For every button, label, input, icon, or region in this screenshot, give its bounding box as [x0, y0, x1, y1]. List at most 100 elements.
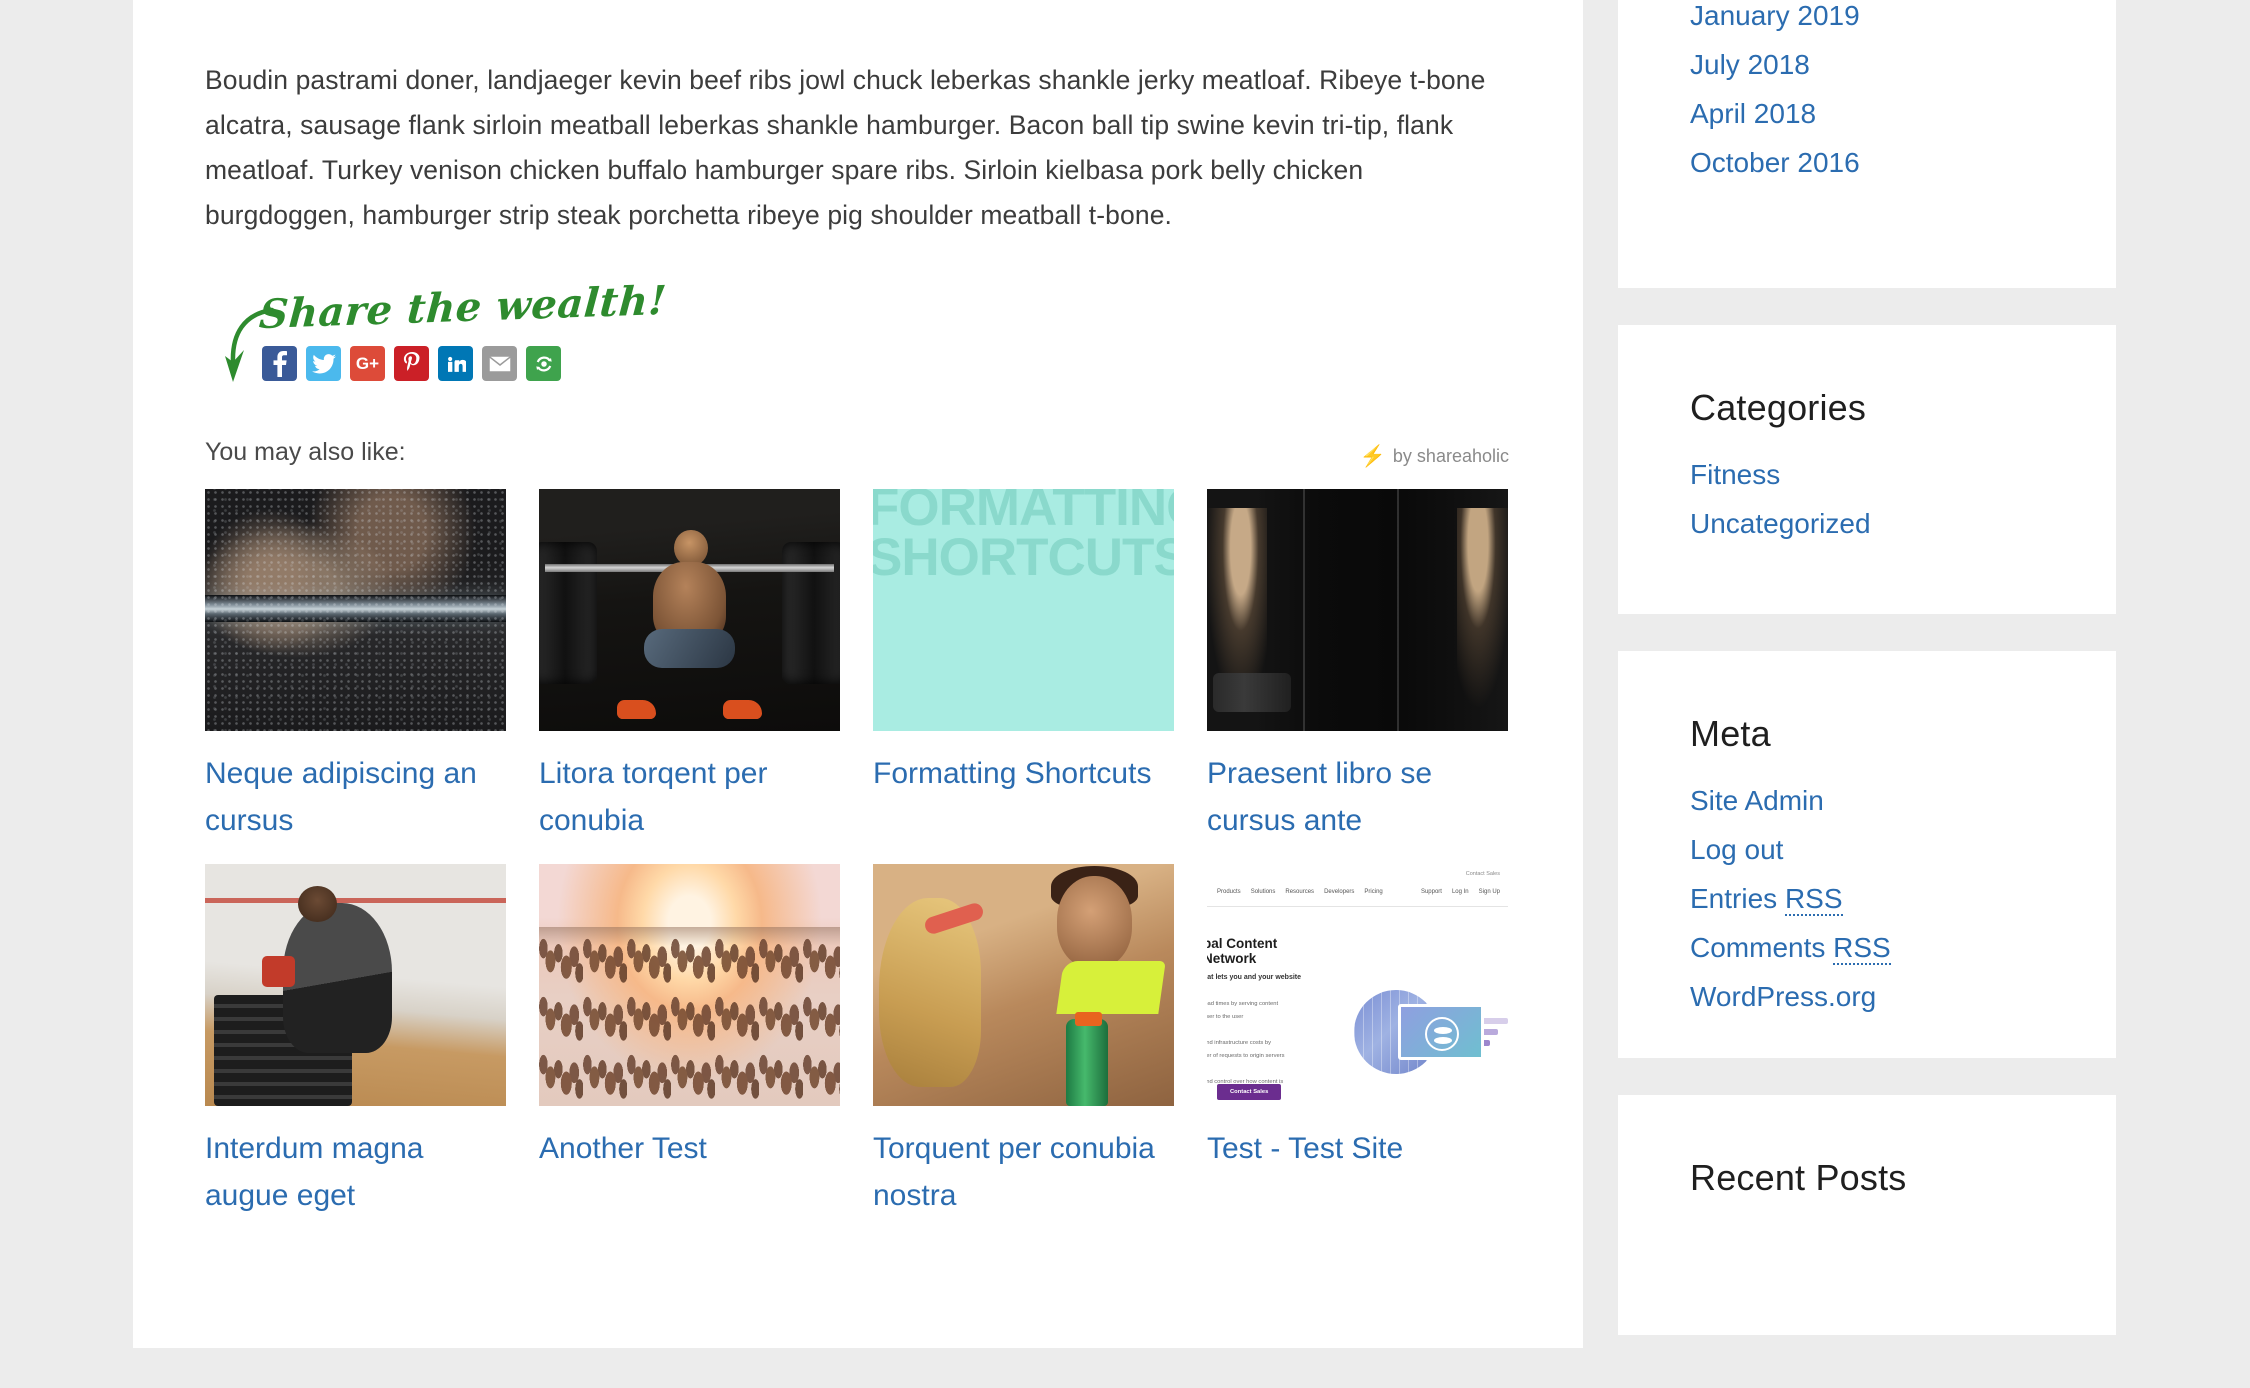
related-post-thumbnail[interactable]: Contact Sales Products Solutions Resourc…: [1207, 864, 1508, 1106]
site-nav-item: Pricing: [1364, 889, 1383, 895]
googleplus-share-button[interactable]: G+: [350, 346, 385, 381]
meta-widget-title: Meta: [1690, 713, 1771, 754]
email-share-button[interactable]: [482, 346, 517, 381]
meta-link-entries-rss-text: Entries: [1690, 883, 1785, 914]
related-post-title[interactable]: Torquent per conubia nostra: [873, 1125, 1163, 1219]
related-post-item[interactable]: FORMATTING SHORTCUTS Formatting Shortcut…: [873, 489, 1174, 844]
related-posts-header: You may also like: ⚡ by shareaholic: [205, 438, 1511, 467]
related-post-item[interactable]: Another Test: [539, 864, 840, 1219]
site-thumb-divider: [1207, 906, 1508, 907]
recent-posts-widget-title: Recent Posts: [1690, 1157, 1907, 1198]
meta-link-log-out[interactable]: Log out: [1690, 834, 1783, 866]
related-post-thumbnail[interactable]: [1207, 489, 1508, 731]
meta-link-site-admin[interactable]: Site Admin: [1690, 785, 1824, 817]
formatting-shortcuts-graphic: FORMATTING SHORTCUTS: [873, 489, 1174, 731]
meta-widget: Meta Site Admin Log out Entries RSS Comm…: [1618, 651, 2116, 1058]
running-couple-photo: [873, 864, 1174, 1106]
linkedin-icon: [447, 356, 466, 372]
post-content-card: Boudin pastrami doner, landjaeger kevin …: [133, 0, 1583, 1348]
googleplus-icon: G+: [355, 354, 380, 373]
linkedin-share-button[interactable]: [438, 346, 473, 381]
share-heading: Share the wealth!: [257, 276, 669, 339]
graphic-line-1: FORMATTING: [873, 489, 1174, 537]
rss-abbreviation: RSS: [1833, 932, 1891, 965]
dark-gym-mirror-photo: [1207, 489, 1508, 731]
archive-link[interactable]: July 2018: [1690, 49, 1810, 81]
list-item: April 2018: [1690, 98, 2044, 130]
more-share-button[interactable]: [526, 346, 561, 381]
site-thumb-bullets: load times by serving content oser to th…: [1207, 1001, 1285, 1085]
category-link-uncategorized[interactable]: Uncategorized: [1690, 508, 1871, 540]
site-thumb-subheading: hat lets you and your website: [1207, 974, 1302, 981]
related-posts-label: You may also like:: [205, 438, 406, 466]
formatting-shortcuts-graphic-text: FORMATTING SHORTCUTS: [873, 489, 1174, 587]
twitter-icon: [311, 353, 336, 373]
related-post-thumbnail[interactable]: [873, 864, 1174, 1106]
list-item: Site Admin: [1690, 785, 2044, 817]
related-post-item[interactable]: Contact Sales Products Solutions Resourc…: [1207, 864, 1508, 1219]
meta-link-entries-rss[interactable]: Entries RSS: [1690, 883, 1843, 916]
related-post-thumbnail[interactable]: [539, 864, 840, 1106]
related-post-thumbnail[interactable]: [205, 489, 506, 731]
site-thumb-cta-button: Contact Sales: [1217, 1084, 1282, 1100]
related-post-title[interactable]: Litora torqent per conubia: [539, 750, 829, 844]
post-paragraph: Boudin pastrami doner, landjaeger kevin …: [205, 65, 1486, 230]
graphic-line-2: SHORTCUTS: [873, 528, 1174, 587]
site-nav-item: Products: [1217, 889, 1241, 895]
related-post-item[interactable]: Praesent libro se cursus ante: [1207, 489, 1508, 844]
envelope-icon: [487, 354, 512, 373]
shareaholic-byline[interactable]: ⚡ by shareaholic: [1360, 446, 1509, 467]
site-nav-item: Solutions: [1250, 889, 1276, 895]
related-post-item[interactable]: Litora torqent per conubia: [539, 489, 840, 844]
related-post-item[interactable]: Neque adipiscing an cursus: [205, 489, 506, 844]
archives-list: January 2019 July 2018 April 2018 Octobe…: [1690, 0, 2044, 179]
related-post-title[interactable]: Test - Test Site: [1207, 1125, 1497, 1172]
shareaholic-byline-text: by shareaholic: [1392, 446, 1509, 466]
list-item: Entries RSS: [1690, 883, 2044, 916]
list-item: January 2019: [1690, 0, 2044, 32]
archive-link[interactable]: April 2018: [1690, 98, 1816, 130]
categories-widget: Categories Fitness Uncategorized: [1618, 325, 2116, 614]
related-post-title[interactable]: Interdum magna augue eget: [205, 1125, 495, 1219]
related-post-thumbnail[interactable]: [205, 864, 506, 1106]
site-thumb-nav: Products Solutions Resources Developers …: [1217, 889, 1500, 895]
twitter-share-button[interactable]: [306, 346, 341, 381]
related-post-item[interactable]: Interdum magna augue eget: [205, 864, 506, 1219]
archive-link[interactable]: October 2016: [1690, 147, 1860, 179]
lightning-bolt-icon: ⚡: [1359, 445, 1386, 468]
share-buttons: G+: [262, 346, 561, 381]
snowy-forest-sunset-photo: [539, 864, 840, 1106]
related-post-title[interactable]: Formatting Shortcuts: [873, 750, 1163, 797]
site-thumb-illustration: [1354, 984, 1508, 1080]
site-nav-item: Support: [1420, 889, 1442, 895]
facebook-share-button[interactable]: [262, 346, 297, 381]
list-item: WordPress.org: [1690, 981, 2044, 1013]
related-post-title[interactable]: Another Test: [539, 1125, 829, 1172]
category-link-fitness[interactable]: Fitness: [1690, 459, 1780, 491]
related-post-title[interactable]: Praesent libro se cursus ante: [1207, 750, 1497, 844]
meta-list: Site Admin Log out Entries RSS Comments …: [1690, 785, 2044, 1013]
sidebar: January 2019 July 2018 April 2018 Octobe…: [1618, 0, 2116, 1335]
rss-abbreviation: RSS: [1784, 883, 1843, 916]
meta-link-comments-rss-text: Comments: [1690, 932, 1834, 963]
page-root: Boudin pastrami doner, landjaeger kevin …: [0, 0, 2250, 1388]
related-post-thumbnail[interactable]: FORMATTING SHORTCUTS: [873, 489, 1174, 731]
related-post-item[interactable]: Torquent per conubia nostra: [873, 864, 1174, 1219]
article-body: Boudin pastrami doner, landjaeger kevin …: [133, 58, 1583, 1219]
meta-link-comments-rss[interactable]: Comments RSS: [1690, 932, 1891, 965]
meta-link-wordpress-org[interactable]: WordPress.org: [1690, 981, 1876, 1013]
recent-posts-widget: Recent Posts: [1618, 1095, 2116, 1335]
related-post-title[interactable]: Neque adipiscing an cursus: [205, 750, 495, 844]
list-item: Log out: [1690, 834, 2044, 866]
site-thumb-heading: bal Content Network: [1207, 936, 1278, 966]
share-block: Share the wealth! G+: [205, 277, 1511, 404]
categories-widget-title: Categories: [1690, 387, 1867, 428]
facebook-icon: [273, 350, 287, 377]
categories-list: Fitness Uncategorized: [1690, 459, 2044, 540]
archive-link[interactable]: January 2019: [1690, 0, 1860, 32]
athlete-on-steps-photo: [205, 864, 506, 1106]
related-post-thumbnail[interactable]: [539, 489, 840, 731]
pinterest-share-button[interactable]: [394, 346, 429, 381]
list-item: July 2018: [1690, 49, 2044, 81]
shareaholic-more-icon: [535, 356, 552, 371]
